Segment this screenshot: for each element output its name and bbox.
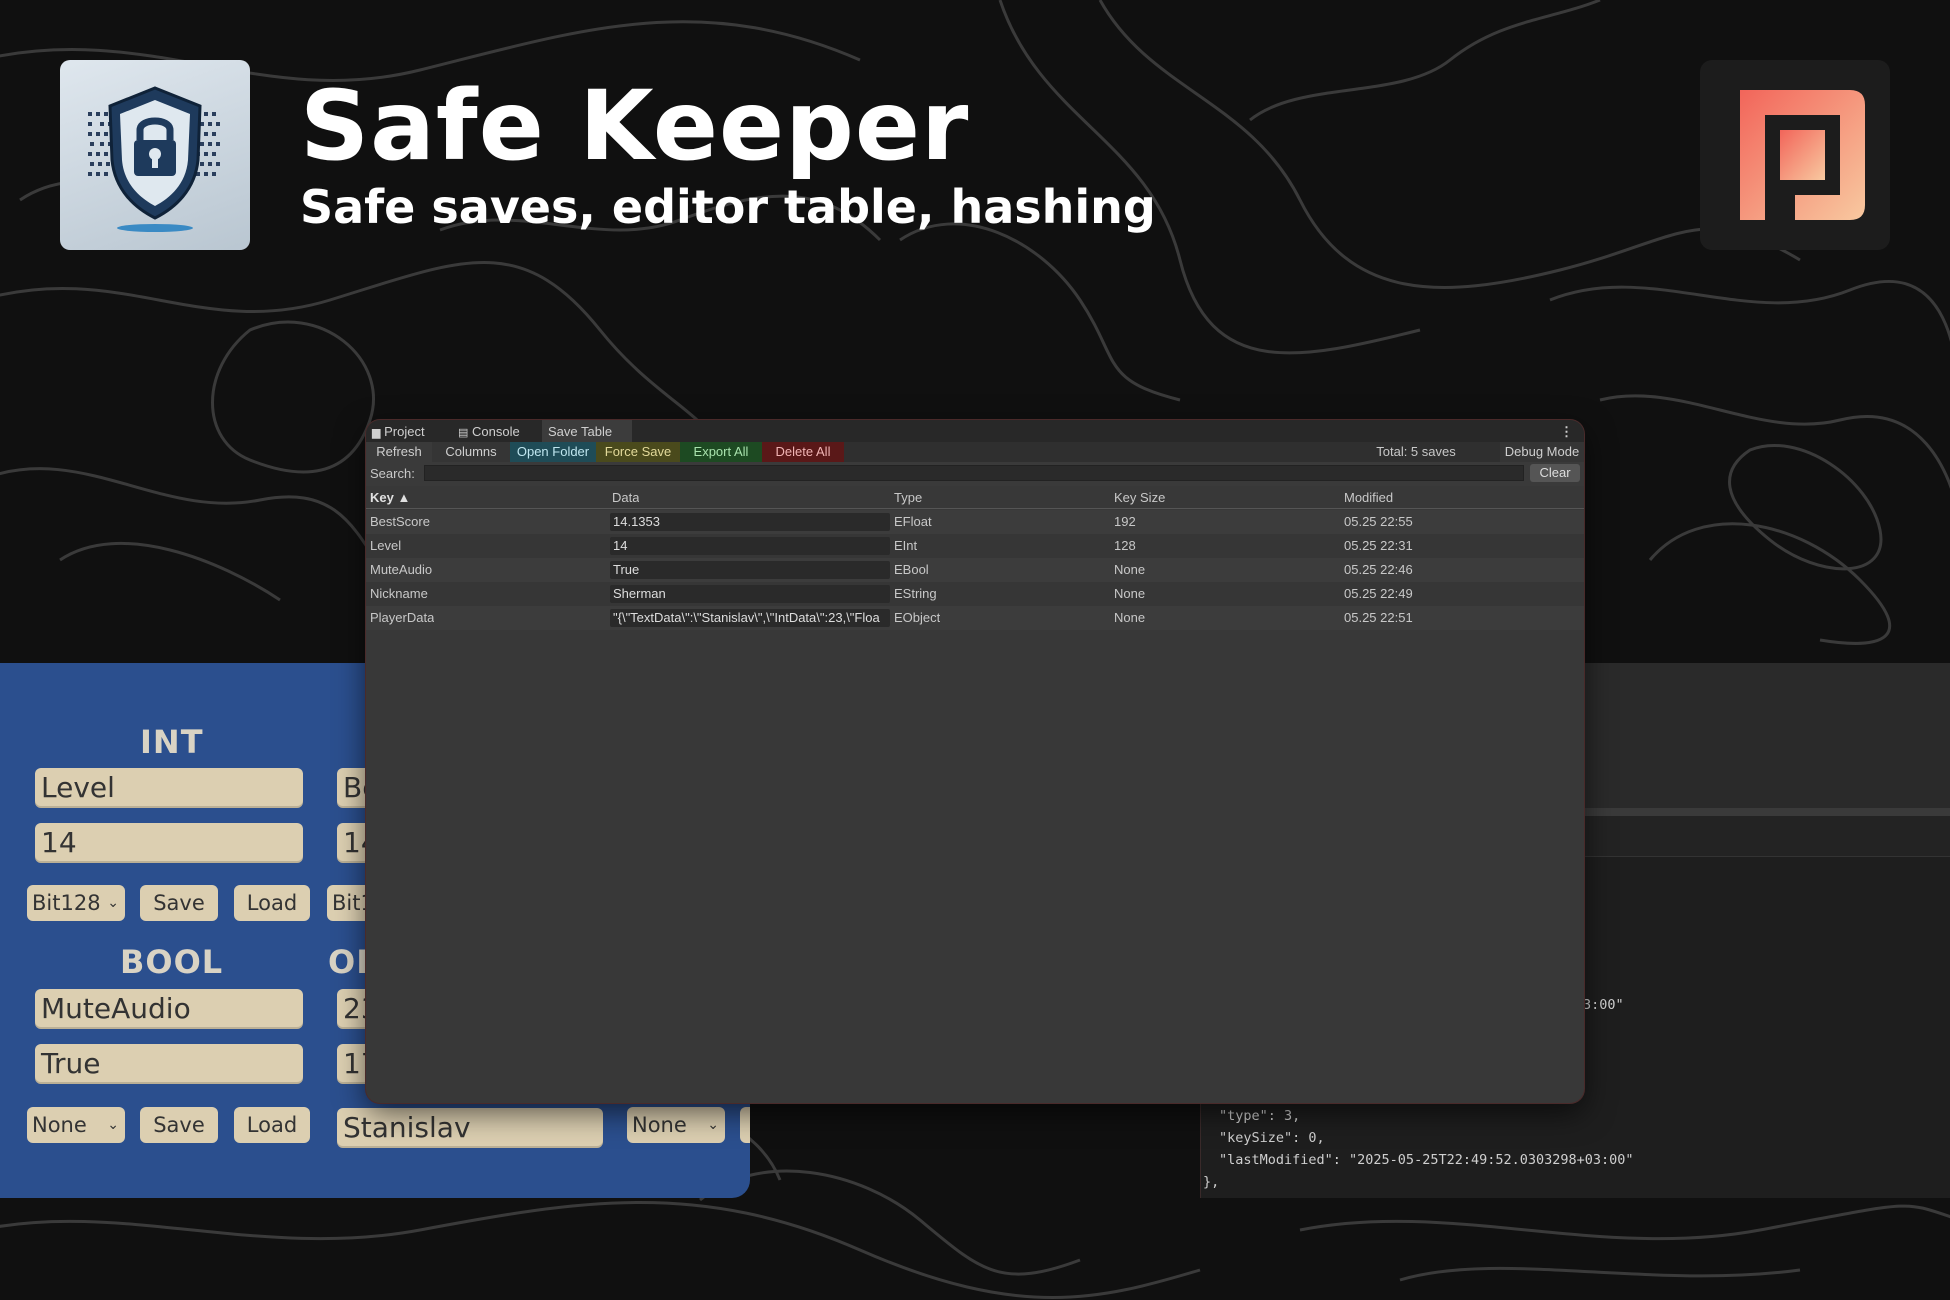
int-section-header: INT <box>140 723 204 761</box>
more-options-icon[interactable]: ⋮ <box>1560 420 1573 442</box>
page-title: Safe Keeper <box>300 70 970 182</box>
column-header-key-size[interactable]: Key Size <box>1114 490 1165 505</box>
search-input[interactable] <box>424 465 1524 481</box>
row-key: Nickname <box>370 586 428 601</box>
json-viewer-divider <box>1581 808 1950 816</box>
table-row[interactable]: PlayerData "{\"TextData\":\"Stanislav\",… <box>366 606 1584 630</box>
int-keysize-select[interactable]: Bit128 ⌄ <box>27 885 125 921</box>
row-data-field[interactable]: "{\"TextData\":\"Stanislav\",\"IntData\"… <box>610 609 890 627</box>
column-header-key[interactable]: Key ▲ <box>370 490 410 505</box>
object-save-button-partial[interactable] <box>740 1107 750 1143</box>
search-row: Search: Clear <box>366 462 1584 486</box>
row-modified: 05.25 22:55 <box>1344 514 1413 529</box>
json-line: 3:00" <box>1583 997 1624 1013</box>
bool-keysize-value: None <box>32 1113 87 1137</box>
row-type: EBool <box>894 562 929 577</box>
row-data-field[interactable]: True <box>610 561 890 579</box>
row-modified: 05.25 22:49 <box>1344 586 1413 601</box>
bool-save-button[interactable]: Save <box>140 1107 218 1143</box>
row-type: EInt <box>894 538 918 553</box>
tab-console-label: Console <box>472 424 520 439</box>
console-icon: ▤ <box>458 427 469 439</box>
int-keysize-value: Bit128 <box>32 891 101 915</box>
open-folder-button[interactable]: Open Folder <box>510 442 596 462</box>
brand-mark-icon <box>1740 90 1865 220</box>
bool-key-field[interactable]: MuteAudio <box>35 989 303 1029</box>
bool-keysize-select[interactable]: None ⌄ <box>27 1107 125 1143</box>
chevron-down-icon: ⌄ <box>107 1117 119 1133</box>
row-modified: 05.25 22:31 <box>1344 538 1413 553</box>
tab-project-label: Project <box>384 424 425 439</box>
chevron-down-icon: ⌄ <box>707 1117 719 1133</box>
tab-console[interactable]: ▤ Console <box>458 420 538 442</box>
bool-load-button[interactable]: Load <box>234 1107 310 1143</box>
force-save-button[interactable]: Force Save <box>596 442 680 462</box>
int-load-button[interactable]: Load <box>234 885 310 921</box>
row-type: EFloat <box>894 514 932 529</box>
json-viewer-toolbar <box>1581 816 1950 857</box>
int-save-button[interactable]: Save <box>140 885 218 921</box>
object-keysize-value: None <box>632 1113 687 1137</box>
save-table-editor-window: ▆ Project ▤ Console Save Table ⋮ Refresh… <box>366 420 1584 1103</box>
table-row[interactable]: Level 14 EInt 128 05.25 22:31 <box>366 534 1584 558</box>
row-modified: 05.25 22:51 <box>1344 610 1413 625</box>
object-text-field[interactable]: Stanislav <box>337 1108 603 1148</box>
json-line: "keySize": 0, <box>1219 1130 1325 1146</box>
row-key-size: 128 <box>1114 538 1136 553</box>
bool-section-header: BOOL <box>120 943 224 981</box>
tab-project[interactable]: ▆ Project <box>372 420 452 442</box>
refresh-button[interactable]: Refresh <box>366 442 432 462</box>
row-key: MuteAudio <box>370 562 433 577</box>
editor-toolbar: Refresh Columns Open Folder Force Save E… <box>366 442 1584 462</box>
json-line: }, <box>1203 1174 1220 1190</box>
row-type: EObject <box>894 610 941 625</box>
safe-keeper-logo <box>60 60 250 250</box>
column-header-data[interactable]: Data <box>612 490 639 505</box>
publisher-logo <box>1700 60 1890 250</box>
columns-button[interactable]: Columns <box>432 442 510 462</box>
object-keysize-select[interactable]: None ⌄ <box>627 1107 725 1143</box>
search-label: Search: <box>370 466 415 481</box>
row-key: Level <box>370 538 402 553</box>
page-subtitle: Safe saves, editor table, hashing <box>300 180 1156 234</box>
row-key: PlayerData <box>370 610 435 625</box>
table-row[interactable]: MuteAudio True EBool None 05.25 22:46 <box>366 558 1584 582</box>
json-viewer-header <box>1581 663 1950 808</box>
table-row[interactable]: BestScore 14.1353 EFloat 192 05.25 22:55 <box>366 510 1584 534</box>
row-key-size: None <box>1114 610 1146 625</box>
json-line: "lastModified": "2025-05-25T22:49:52.030… <box>1219 1152 1634 1168</box>
total-saves-count: Total: 5 saves <box>1376 444 1456 459</box>
column-header-modified[interactable]: Modified <box>1344 490 1393 505</box>
export-all-button[interactable]: Export All <box>680 442 762 462</box>
row-key: BestScore <box>370 514 430 529</box>
column-header-type[interactable]: Type <box>894 490 922 505</box>
shield-lock-icon <box>88 86 220 232</box>
row-data-field[interactable]: 14 <box>610 537 890 555</box>
json-line: "type": 3, <box>1219 1108 1301 1124</box>
int-value-field[interactable]: 14 <box>35 823 303 863</box>
folder-icon: ▆ <box>372 427 381 439</box>
row-key-size: 192 <box>1114 514 1136 529</box>
editor-tab-bar: ▆ Project ▤ Console Save Table ⋮ <box>366 420 1584 442</box>
row-modified: 05.25 22:46 <box>1344 562 1413 577</box>
int-key-field[interactable]: Level <box>35 768 303 808</box>
tab-save-table-label: Save Table <box>548 424 613 439</box>
debug-mode-toggle[interactable]: Debug Mode <box>1500 442 1584 462</box>
row-data-field[interactable]: 14.1353 <box>610 513 890 531</box>
bool-value-field[interactable]: True <box>35 1044 303 1084</box>
table-row[interactable]: Nickname Sherman EString None 05.25 22:4… <box>366 582 1584 606</box>
clear-search-button[interactable]: Clear <box>1530 464 1580 482</box>
row-key-size: None <box>1114 586 1146 601</box>
row-type: EString <box>894 586 937 601</box>
chevron-down-icon: ⌄ <box>107 895 119 911</box>
row-data-field[interactable]: Sherman <box>610 585 890 603</box>
tab-save-table[interactable]: Save Table <box>542 420 632 442</box>
table-header: Key ▲ Data Type Key Size Modified <box>366 490 1584 509</box>
row-key-size: None <box>1114 562 1146 577</box>
delete-all-button[interactable]: Delete All <box>762 442 844 462</box>
